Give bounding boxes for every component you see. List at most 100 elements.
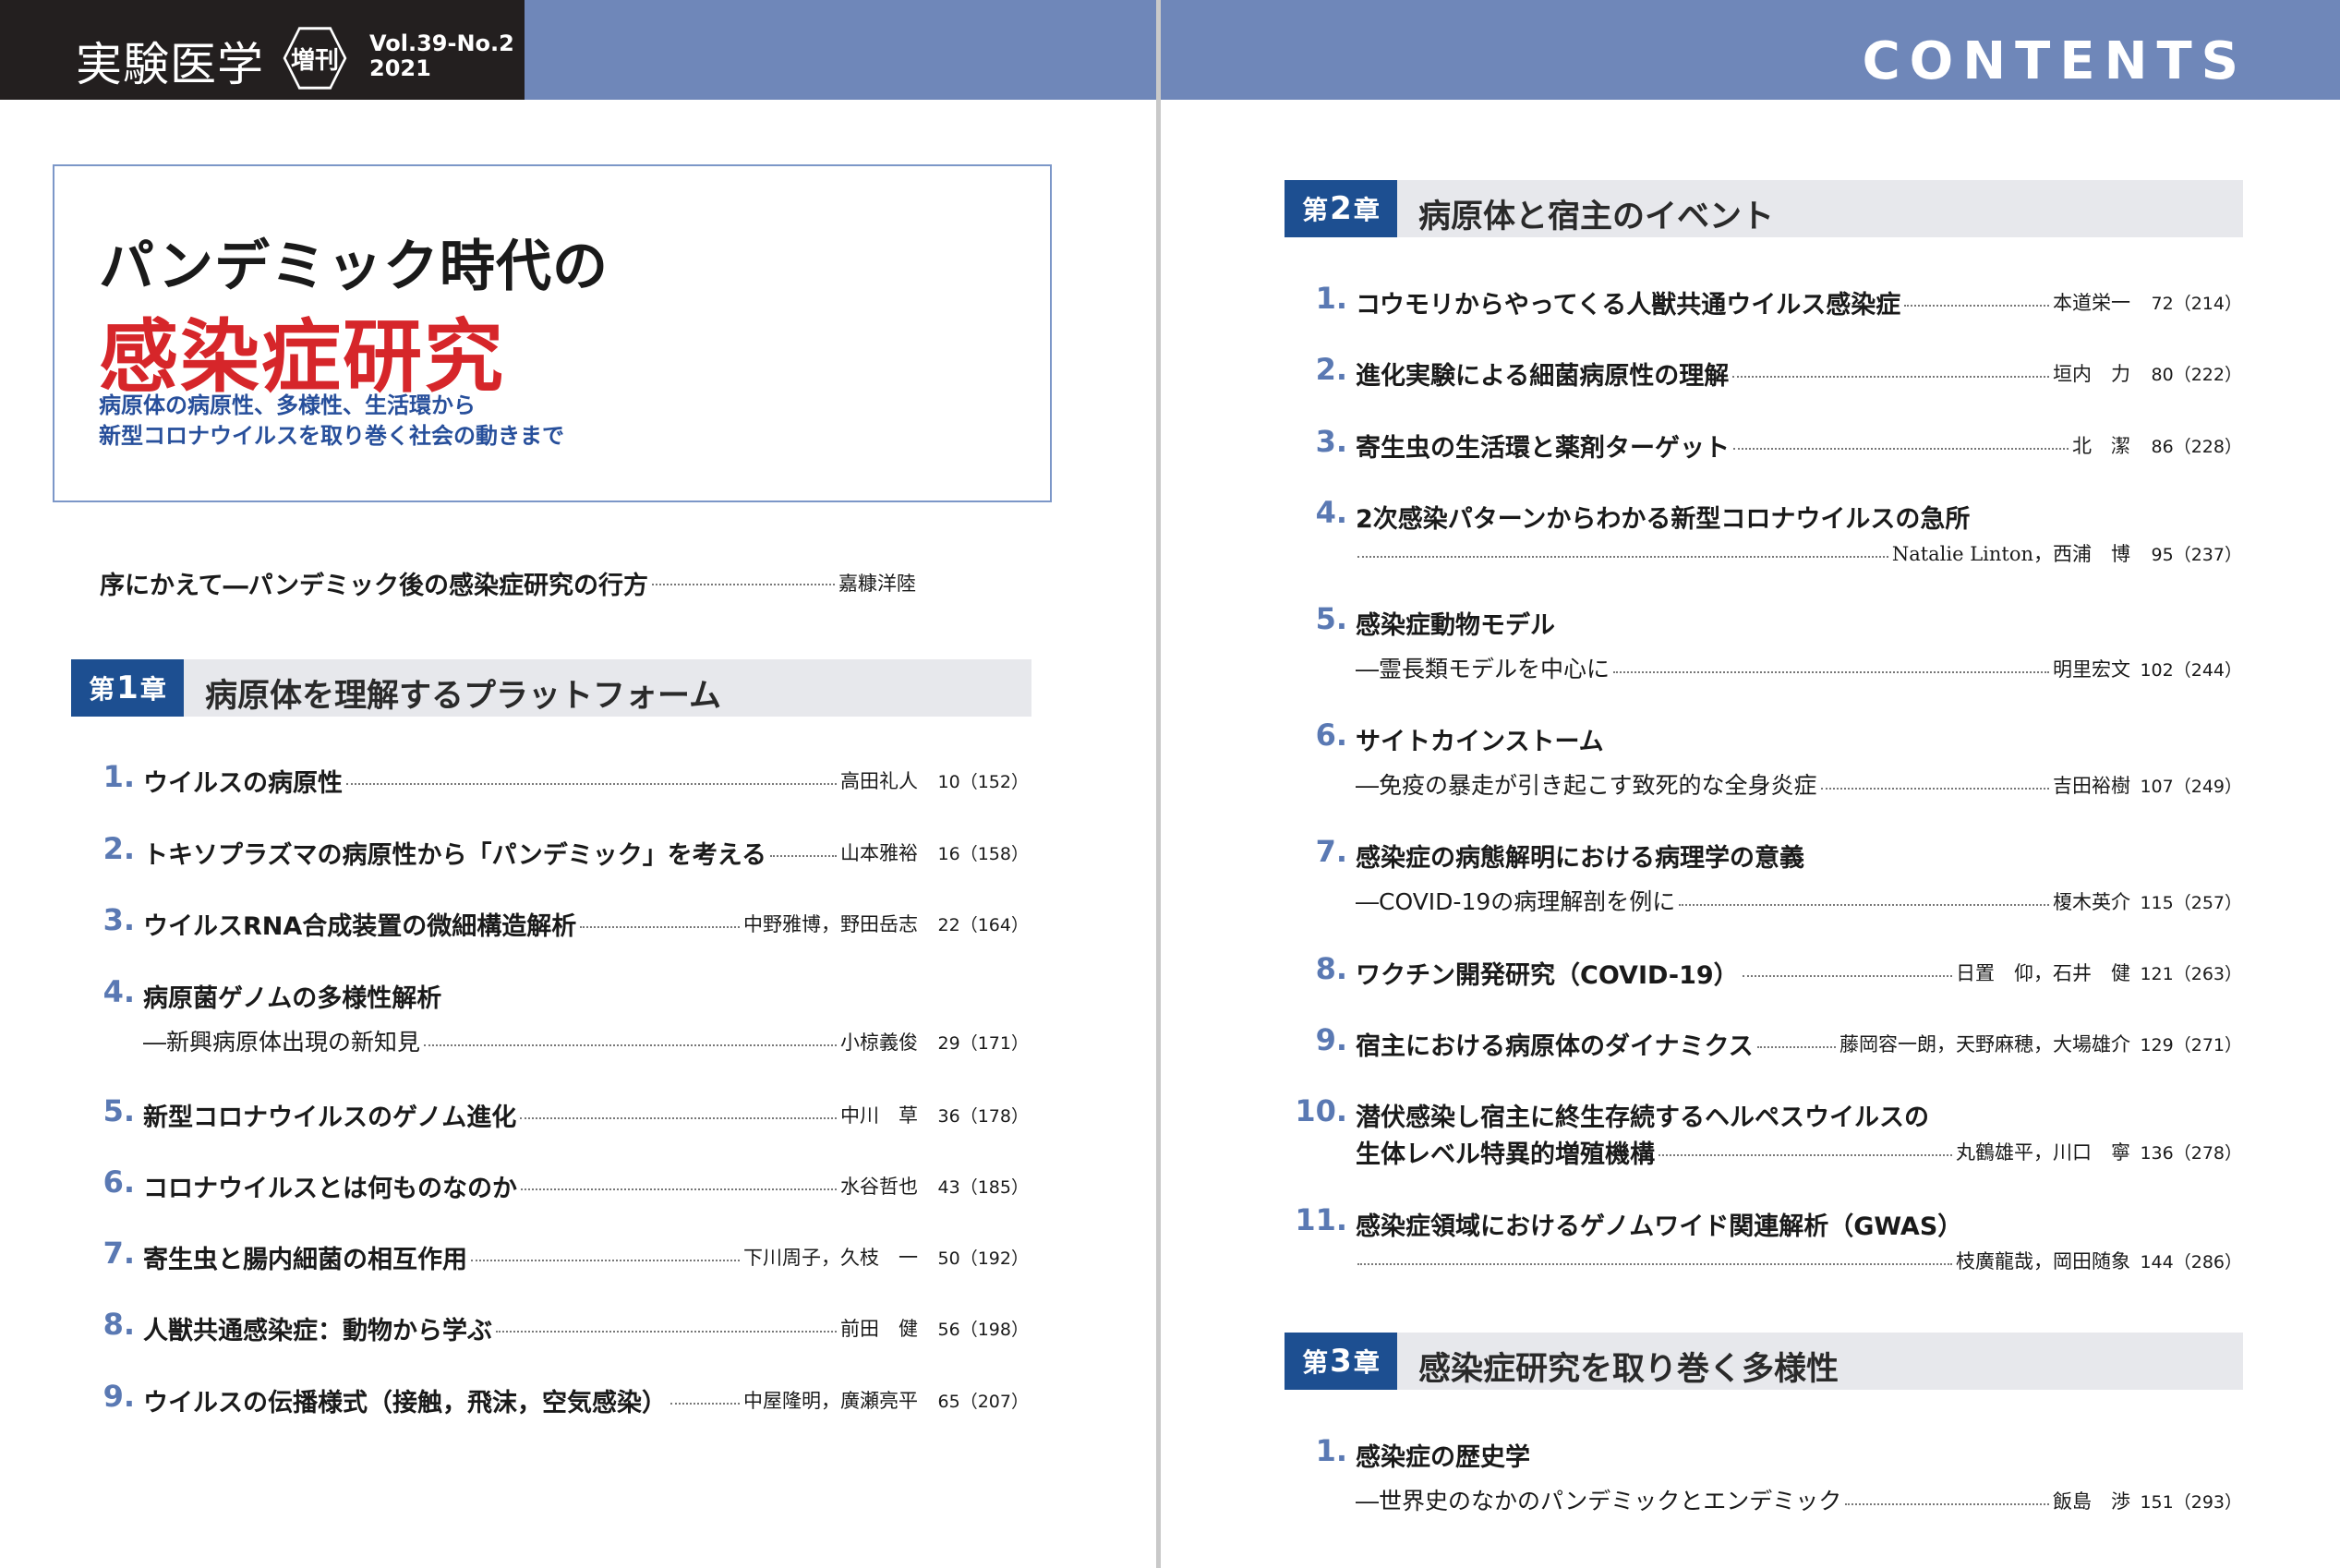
entry-title: 進化実験による細菌病原性の理解 xyxy=(1356,362,1730,391)
entry-title: 感染症の病態解明における病理学の意義 xyxy=(1356,844,1804,873)
dot-leader xyxy=(346,783,837,785)
dot-leader xyxy=(670,1403,740,1405)
entry-number: 3. xyxy=(1315,424,1347,459)
entry-title: ウイルスの伝播様式（接触，飛沫，空気感染） xyxy=(143,1389,667,1417)
entry-page: 144（286） xyxy=(2140,1252,2242,1272)
dot-leader xyxy=(770,855,837,857)
header-band-left xyxy=(525,0,1156,100)
entry-page: 107（249） xyxy=(2140,777,2242,797)
dot-leader xyxy=(1904,305,2049,307)
entry-number: 8. xyxy=(103,1307,135,1342)
entry-author: 藤岡容一朗，天野麻穂，大場雄介 xyxy=(1839,1033,2130,1055)
entry-number: 5. xyxy=(1315,601,1347,636)
entry-author: 枝廣龍哉，岡田随象 xyxy=(1956,1250,2130,1272)
entry-number: 2. xyxy=(103,831,135,866)
entry-author: 丸鶴雄平，川口 寧 xyxy=(1956,1141,2130,1164)
entry-number: 7. xyxy=(103,1236,135,1271)
entry-page: 56（198） xyxy=(937,1320,1029,1340)
entry-title: ワクチン開発研究（COVID-19） xyxy=(1356,961,1739,990)
preface-title: 序にかえて―パンデミック後の感染症研究の行方 xyxy=(100,572,648,600)
entry-page: 16（158） xyxy=(937,844,1029,864)
entry-number: 1. xyxy=(103,759,135,794)
entry-title: 潜伏感染し宿主に終生存続するヘルペスウイルスの xyxy=(1356,1104,1929,1132)
entry-number: 11. xyxy=(1295,1202,1347,1237)
dot-leader xyxy=(1733,448,2069,450)
dot-leader xyxy=(471,1260,740,1261)
entry-number: 1. xyxy=(1315,1433,1347,1468)
chapter-1-title: 病原体を理解するプラットフォーム xyxy=(205,678,721,715)
entry-subtitle: ―世界史のなかのパンデミックとエンデミック xyxy=(1356,1488,1842,1514)
entry-title: サイトカインストーム xyxy=(1356,728,1604,756)
entry-page: 86（228） xyxy=(2151,437,2242,457)
entry-page: 129（271） xyxy=(2140,1035,2242,1055)
book-title-line1: パンデミック時代の xyxy=(99,235,609,299)
dot-leader xyxy=(1357,556,1888,558)
header-band-right: CONTENTS xyxy=(1161,0,2340,100)
book-title-box: パンデミック時代の 感染症研究 病原体の病原性、多様性、生活環から 新型コロナウ… xyxy=(53,164,1052,502)
entry-title: コロナウイルスとは何ものなのか xyxy=(143,1175,517,1203)
page-gutter xyxy=(1156,0,1161,1568)
entry-title: 病原菌ゲノムの多様性解析 xyxy=(143,984,442,1013)
entry-title: 感染症動物モデル xyxy=(1356,611,1555,640)
dot-leader xyxy=(1820,788,2049,790)
chapter-3-title: 感染症研究を取り巻く多様性 xyxy=(1418,1351,1839,1388)
preface-author: 嘉糠洋陸 xyxy=(838,573,916,595)
entry-author: 日置 仰，石井 健 xyxy=(1956,962,2130,984)
dot-leader xyxy=(1756,1046,1836,1048)
entry-page: 151（293） xyxy=(2140,1492,2242,1513)
entry-title-continued: 生体レベル特異的増殖機構 xyxy=(1356,1140,1655,1169)
entry-number: 9. xyxy=(103,1379,135,1414)
magazine-title: 実験医学 xyxy=(76,38,264,91)
entry-page: 29（171） xyxy=(937,1033,1029,1054)
entry-title: 感染症領域におけるゲノムワイド関連解析（GWAS） xyxy=(1356,1212,1963,1241)
entry-subtitle: ―COVID-19の病理解剖を例に xyxy=(1356,888,1676,915)
chapter-1-tag: 第1章 xyxy=(71,659,184,717)
volume-year: 2021 xyxy=(369,55,431,81)
entry-title: 2次感染パターンからわかる新型コロナウイルスの急所 xyxy=(1356,505,1971,534)
book-subtitle-line1: 病原体の病原性、多様性、生活環から xyxy=(99,392,476,418)
entry-title: コウモリからやってくる人獣共通ウイルス感染症 xyxy=(1356,291,1901,320)
dot-leader xyxy=(1679,904,2049,906)
dot-leader xyxy=(521,1188,837,1190)
dot-leader xyxy=(1659,1154,1952,1156)
entry-page: 80（222） xyxy=(2151,365,2242,385)
entry-page: 43（185） xyxy=(937,1177,1029,1198)
dot-leader xyxy=(1357,1263,1952,1265)
entry-title: トキソプラズマの病原性から「パンデミック」を考える xyxy=(143,841,766,870)
entry-page: 95（237） xyxy=(2151,545,2242,565)
dot-leader xyxy=(1742,975,1952,977)
dot-leader xyxy=(1613,671,2049,673)
entry-title: 人獣共通感染症：動物から学ぶ xyxy=(143,1317,492,1345)
chapter-2-tag: 第2章 xyxy=(1285,180,1397,237)
volume-number: Vol.39-No.2 xyxy=(369,30,514,56)
entry-number: 6. xyxy=(1315,718,1347,753)
chapter-3-header: 第3章 感染症研究を取り巻く多様性 xyxy=(1285,1333,2243,1390)
dot-leader xyxy=(520,1117,837,1119)
book-subtitle: 病原体の病原性、多様性、生活環から 新型コロナウイルスを取り巻く社会の動きまで xyxy=(99,391,564,452)
entry-number: 5. xyxy=(103,1093,135,1128)
entry-page: 72（214） xyxy=(2151,294,2242,314)
entry-subtitle: ―免疫の暴走が引き起こす致死的な全身炎症 xyxy=(1356,772,1817,799)
entry-page: 22（164） xyxy=(937,915,1029,935)
chapter-2-title: 病原体と宿主のイベント xyxy=(1418,199,1775,235)
chapter-3-tag: 第3章 xyxy=(1285,1333,1397,1390)
chapter-1-header: 第1章 病原体を理解するプラットフォーム xyxy=(71,659,1031,717)
entry-title: 寄生虫の生活環と薬剤ターゲット xyxy=(1356,434,1730,463)
entry-page: 102（244） xyxy=(2140,660,2242,681)
dot-leader xyxy=(1732,376,2049,378)
entry-page: 65（207） xyxy=(937,1392,1029,1412)
entry-page: 121（263） xyxy=(2140,964,2242,984)
entry-page: 115（257） xyxy=(2140,893,2242,913)
entry-author: 中野雅博，野田岳志 xyxy=(743,913,918,935)
entry-number: 9. xyxy=(1315,1022,1347,1057)
entry-number: 7. xyxy=(1315,834,1347,869)
entry-number: 6. xyxy=(103,1164,135,1200)
entry-page: 50（192） xyxy=(937,1248,1029,1269)
entry-title: 宿主における病原体のダイナミクス xyxy=(1356,1032,1754,1061)
entry-number: 8. xyxy=(1315,951,1347,986)
entry-page: 36（178） xyxy=(937,1106,1029,1127)
entry-page: 136（278） xyxy=(2140,1143,2242,1164)
entry-number: 4. xyxy=(1315,495,1347,530)
dot-leader xyxy=(1845,1503,2049,1505)
dot-leader xyxy=(580,926,740,928)
